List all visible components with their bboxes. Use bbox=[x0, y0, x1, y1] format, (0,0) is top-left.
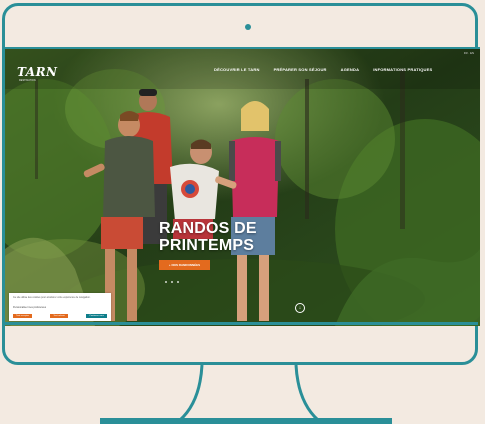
canvas: TARN DESTINATION FR · EN DÉCOUVRIR LE TA… bbox=[0, 0, 485, 424]
monitor-stand bbox=[100, 364, 392, 424]
